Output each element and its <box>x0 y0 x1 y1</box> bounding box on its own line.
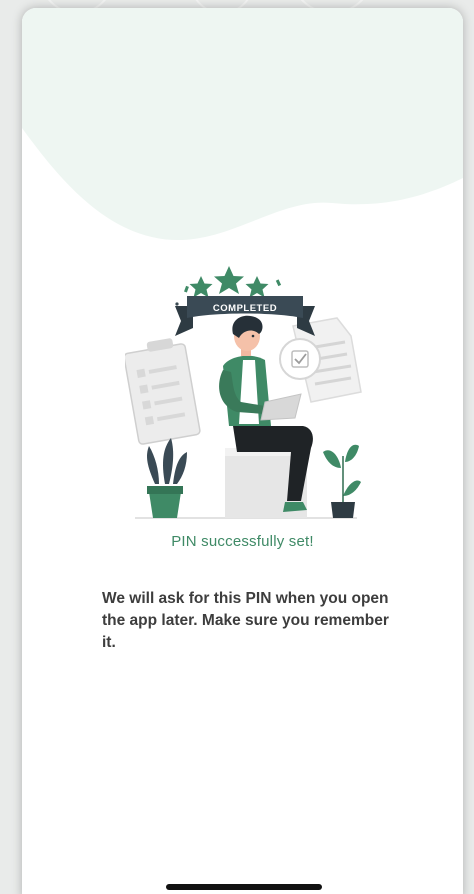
info-message: We will ask for this PIN when you open t… <box>102 590 389 651</box>
completed-illustration: COMPLETED <box>125 266 362 519</box>
star-icon <box>189 266 269 298</box>
check-icon <box>279 338 321 380</box>
success-message: PIN successfully set! <box>171 533 314 550</box>
phone-screen: COMPLETED PIN successfully set! We will … <box>22 8 463 894</box>
home-indicator[interactable] <box>166 884 322 890</box>
plant-left <box>147 438 187 518</box>
ribbon-label: COMPLETED <box>213 303 277 314</box>
plant-right <box>323 444 361 518</box>
clipboard-icon <box>125 338 201 445</box>
header-wave <box>22 8 463 241</box>
